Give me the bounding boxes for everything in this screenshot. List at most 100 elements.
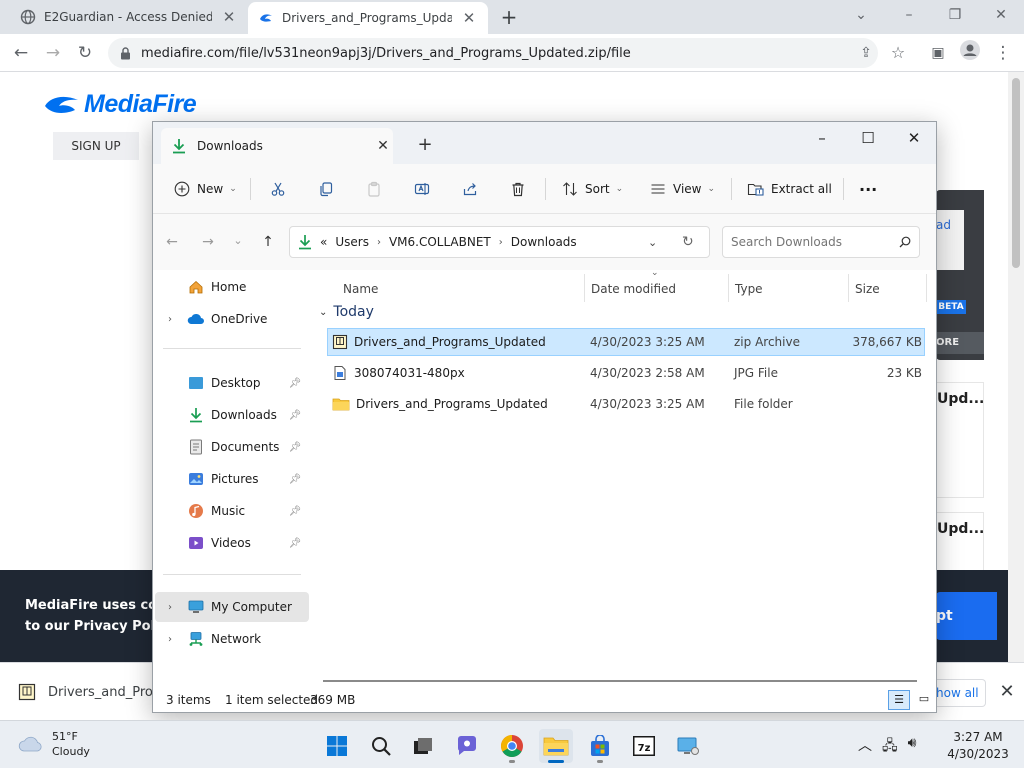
up-button[interactable]: ↑ [257, 234, 279, 252]
side-panel-icon[interactable]: ▣ [925, 40, 951, 66]
horizontal-scrollbar[interactable] [323, 680, 917, 682]
refresh-icon[interactable]: ↻ [682, 234, 694, 250]
show-all-button[interactable]: how all [936, 679, 986, 707]
browser-tab-mediafire[interactable]: Drivers_and_Programs_Updated ✕ [248, 2, 488, 34]
sidebar-item-videos[interactable]: Videos 📌︎ [155, 528, 309, 558]
paste-button[interactable] [365, 176, 383, 202]
back-button[interactable]: ← [8, 40, 34, 66]
rename-button[interactable] [413, 176, 431, 202]
mediafire-logo[interactable]: MediaFire [44, 90, 197, 119]
explorer-minimize-button[interactable]: – [799, 124, 845, 154]
show-hidden-icons-chevron-icon[interactable]: ︿ [858, 735, 872, 759]
column-divider[interactable] [728, 274, 729, 302]
more-options-button[interactable]: ··· [859, 176, 877, 202]
close-tab-icon[interactable]: ✕ [373, 138, 393, 154]
close-tab-icon[interactable]: ✕ [460, 9, 478, 27]
pin-icon[interactable]: 📌︎ [287, 410, 303, 421]
expand-chevron-icon[interactable]: › [163, 602, 177, 613]
breadcrumb-downloads[interactable]: Downloads [511, 235, 577, 249]
close-download-bar-icon[interactable]: ✕ [996, 681, 1018, 703]
explorer-maximize-button[interactable]: ☐ [845, 124, 891, 154]
search-input[interactable] [731, 235, 881, 249]
taskbar-clock[interactable]: 3:27 AM 4/30/2023 [940, 729, 1016, 763]
profile-avatar[interactable] [957, 40, 983, 66]
recent-locations-chevron-icon[interactable]: ⌄ [227, 234, 249, 252]
breadcrumb-vm6[interactable]: VM6.COLLABNET [389, 235, 491, 249]
explorer-tab-downloads[interactable]: Downloads ✕ [161, 128, 393, 164]
column-header-type[interactable]: Type [735, 276, 763, 302]
related-file-card[interactable]: Upd... [936, 382, 984, 498]
tab-search-icon[interactable]: ⌄ [838, 0, 884, 32]
teams-chat-button[interactable] [450, 729, 484, 763]
explorer-new-tab-button[interactable]: + [415, 134, 435, 155]
new-button[interactable]: New ⌄ [173, 176, 237, 202]
pin-icon[interactable]: 📌︎ [287, 506, 303, 517]
explorer-address-bar[interactable]: « Users › VM6.COLLABNET › Downloads ⌄ ↻ [289, 226, 710, 258]
breadcrumb-chevron-icon[interactable]: › [377, 237, 381, 248]
task-view-button[interactable] [406, 729, 440, 763]
sidebar-item-desktop[interactable]: Desktop 📌︎ [155, 368, 309, 398]
expand-chevron-icon[interactable]: › [163, 634, 177, 645]
more-button[interactable]: ORE [936, 332, 984, 354]
collapse-chevron-icon[interactable]: ⌄ [319, 307, 327, 318]
store-taskbar-button[interactable] [583, 729, 617, 763]
delete-button[interactable] [509, 176, 527, 202]
scrollbar-thumb[interactable] [1012, 78, 1020, 268]
close-window-button[interactable]: ✕ [978, 0, 1024, 32]
network-status-icon[interactable]: 🖧︎ [882, 735, 898, 759]
breadcrumb-users[interactable]: Users [335, 235, 369, 249]
pin-icon[interactable]: 📌︎ [287, 442, 303, 453]
back-button[interactable]: ← [161, 234, 183, 252]
sidebar-item-my-computer[interactable]: › My Computer [155, 592, 309, 622]
minimize-button[interactable]: – [886, 0, 932, 32]
sidebar-item-music[interactable]: Music 📌︎ [155, 496, 309, 526]
sort-button[interactable]: Sort ⌄ [561, 176, 623, 202]
forward-button[interactable]: → [40, 40, 66, 66]
chrome-taskbar-button[interactable] [495, 729, 529, 763]
sidebar-item-downloads[interactable]: Downloads 📌︎ [155, 400, 309, 430]
weather-widget[interactable]: 51°F Cloudy [18, 729, 90, 759]
file-explorer-taskbar-button[interactable] [539, 729, 573, 763]
expand-chevron-icon[interactable]: › [163, 314, 177, 325]
explorer-search-box[interactable] [722, 226, 920, 258]
new-tab-button[interactable]: + [496, 4, 522, 30]
sign-up-button[interactable]: SIGN UP [53, 132, 139, 160]
file-row[interactable]: Drivers_and_Programs_Updated 4/30/2023 3… [327, 328, 925, 356]
column-header-size[interactable]: Size [855, 276, 880, 302]
sidebar-item-home[interactable]: Home [155, 272, 309, 302]
view-button[interactable]: View ⌄ [649, 176, 715, 202]
search-button[interactable] [364, 729, 398, 763]
breadcrumb-chevron-icon[interactable]: › [499, 237, 503, 248]
remote-desktop-taskbar-button[interactable] [671, 729, 705, 763]
7zip-taskbar-button[interactable]: 7z [627, 729, 661, 763]
copy-button[interactable] [317, 176, 335, 202]
column-divider[interactable] [584, 274, 585, 302]
pin-icon[interactable]: 📌︎ [287, 538, 303, 549]
explorer-close-button[interactable]: ✕ [891, 124, 936, 154]
extract-all-button[interactable]: Extract all [747, 176, 832, 202]
file-row[interactable]: Drivers_and_Programs_Updated 4/30/2023 3… [327, 390, 925, 418]
tiles-view-button[interactable]: ▭ [913, 690, 935, 710]
cookie-accept-button[interactable]: pt [936, 592, 997, 640]
bookmark-star-icon[interactable]: ☆ [885, 40, 911, 66]
browser-menu-icon[interactable]: ⋮ [990, 40, 1016, 66]
breadcrumb-overflow[interactable]: « [320, 235, 327, 249]
ad-label[interactable]: ad [936, 218, 951, 232]
details-view-button[interactable]: ☰ [888, 690, 910, 710]
column-header-name[interactable]: Name [343, 276, 378, 302]
download-item[interactable]: Drivers_and_Prog [18, 683, 161, 701]
pin-icon[interactable]: 📌︎ [287, 378, 303, 389]
address-dropdown-icon[interactable]: ⌄ [648, 236, 657, 249]
start-button[interactable] [320, 729, 354, 763]
group-header-today[interactable]: ⌄ Today [319, 304, 374, 320]
column-divider[interactable] [848, 274, 849, 302]
restore-button[interactable]: ❐ [932, 0, 978, 32]
sidebar-item-network[interactable]: › Network [155, 624, 309, 654]
pin-icon[interactable]: 📌︎ [287, 474, 303, 485]
page-scrollbar[interactable] [1008, 72, 1024, 662]
browser-tab-e2guardian[interactable]: E2Guardian - Access Denied ✕ [10, 0, 248, 34]
forward-button[interactable]: → [197, 234, 219, 252]
column-header-date-modified[interactable]: Date modified [591, 276, 676, 302]
sidebar-item-onedrive[interactable]: › OneDrive [155, 304, 309, 334]
reload-button[interactable]: ↻ [72, 40, 98, 66]
